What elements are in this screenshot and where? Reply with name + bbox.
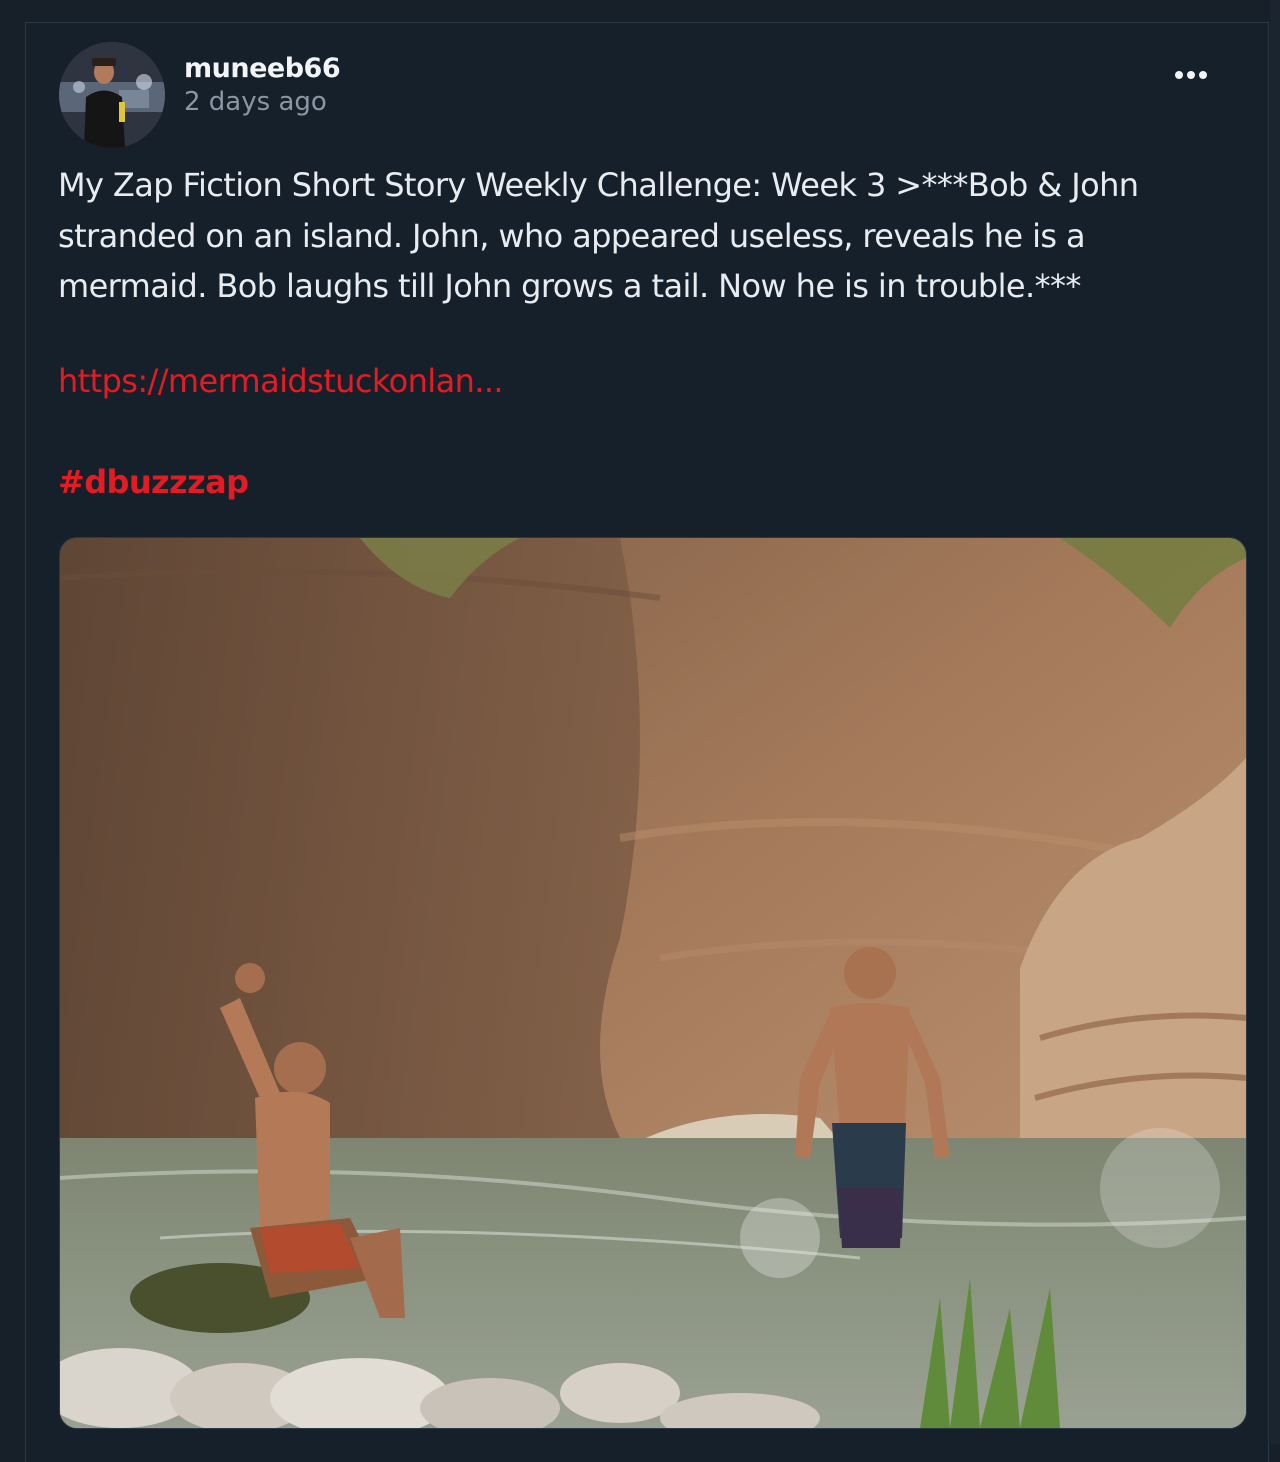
- timestamp: 2 days ago: [184, 87, 327, 117]
- more-options-button[interactable]: [1168, 61, 1214, 89]
- post-link[interactable]: https://mermaidstuckonlan...: [58, 362, 504, 400]
- ellipsis-icon: [1175, 71, 1183, 79]
- top-strip: [0, 0, 1280, 22]
- post-image[interactable]: [59, 537, 1247, 1429]
- avatar-image: [59, 42, 165, 148]
- post-body: My Zap Fiction Short Story Weekly Challe…: [58, 166, 1139, 305]
- post-card: muneeb66 2 days ago My Zap Fiction Short…: [25, 22, 1269, 1462]
- hashtag-link[interactable]: #dbuzzzap: [58, 463, 249, 501]
- ellipsis-icon: [1199, 71, 1207, 79]
- username[interactable]: muneeb66: [184, 53, 341, 84]
- user-avatar[interactable]: [59, 42, 165, 148]
- river-canyon-photo: [60, 538, 1246, 1428]
- ellipsis-icon: [1187, 71, 1195, 79]
- right-edge: [1270, 0, 1280, 1444]
